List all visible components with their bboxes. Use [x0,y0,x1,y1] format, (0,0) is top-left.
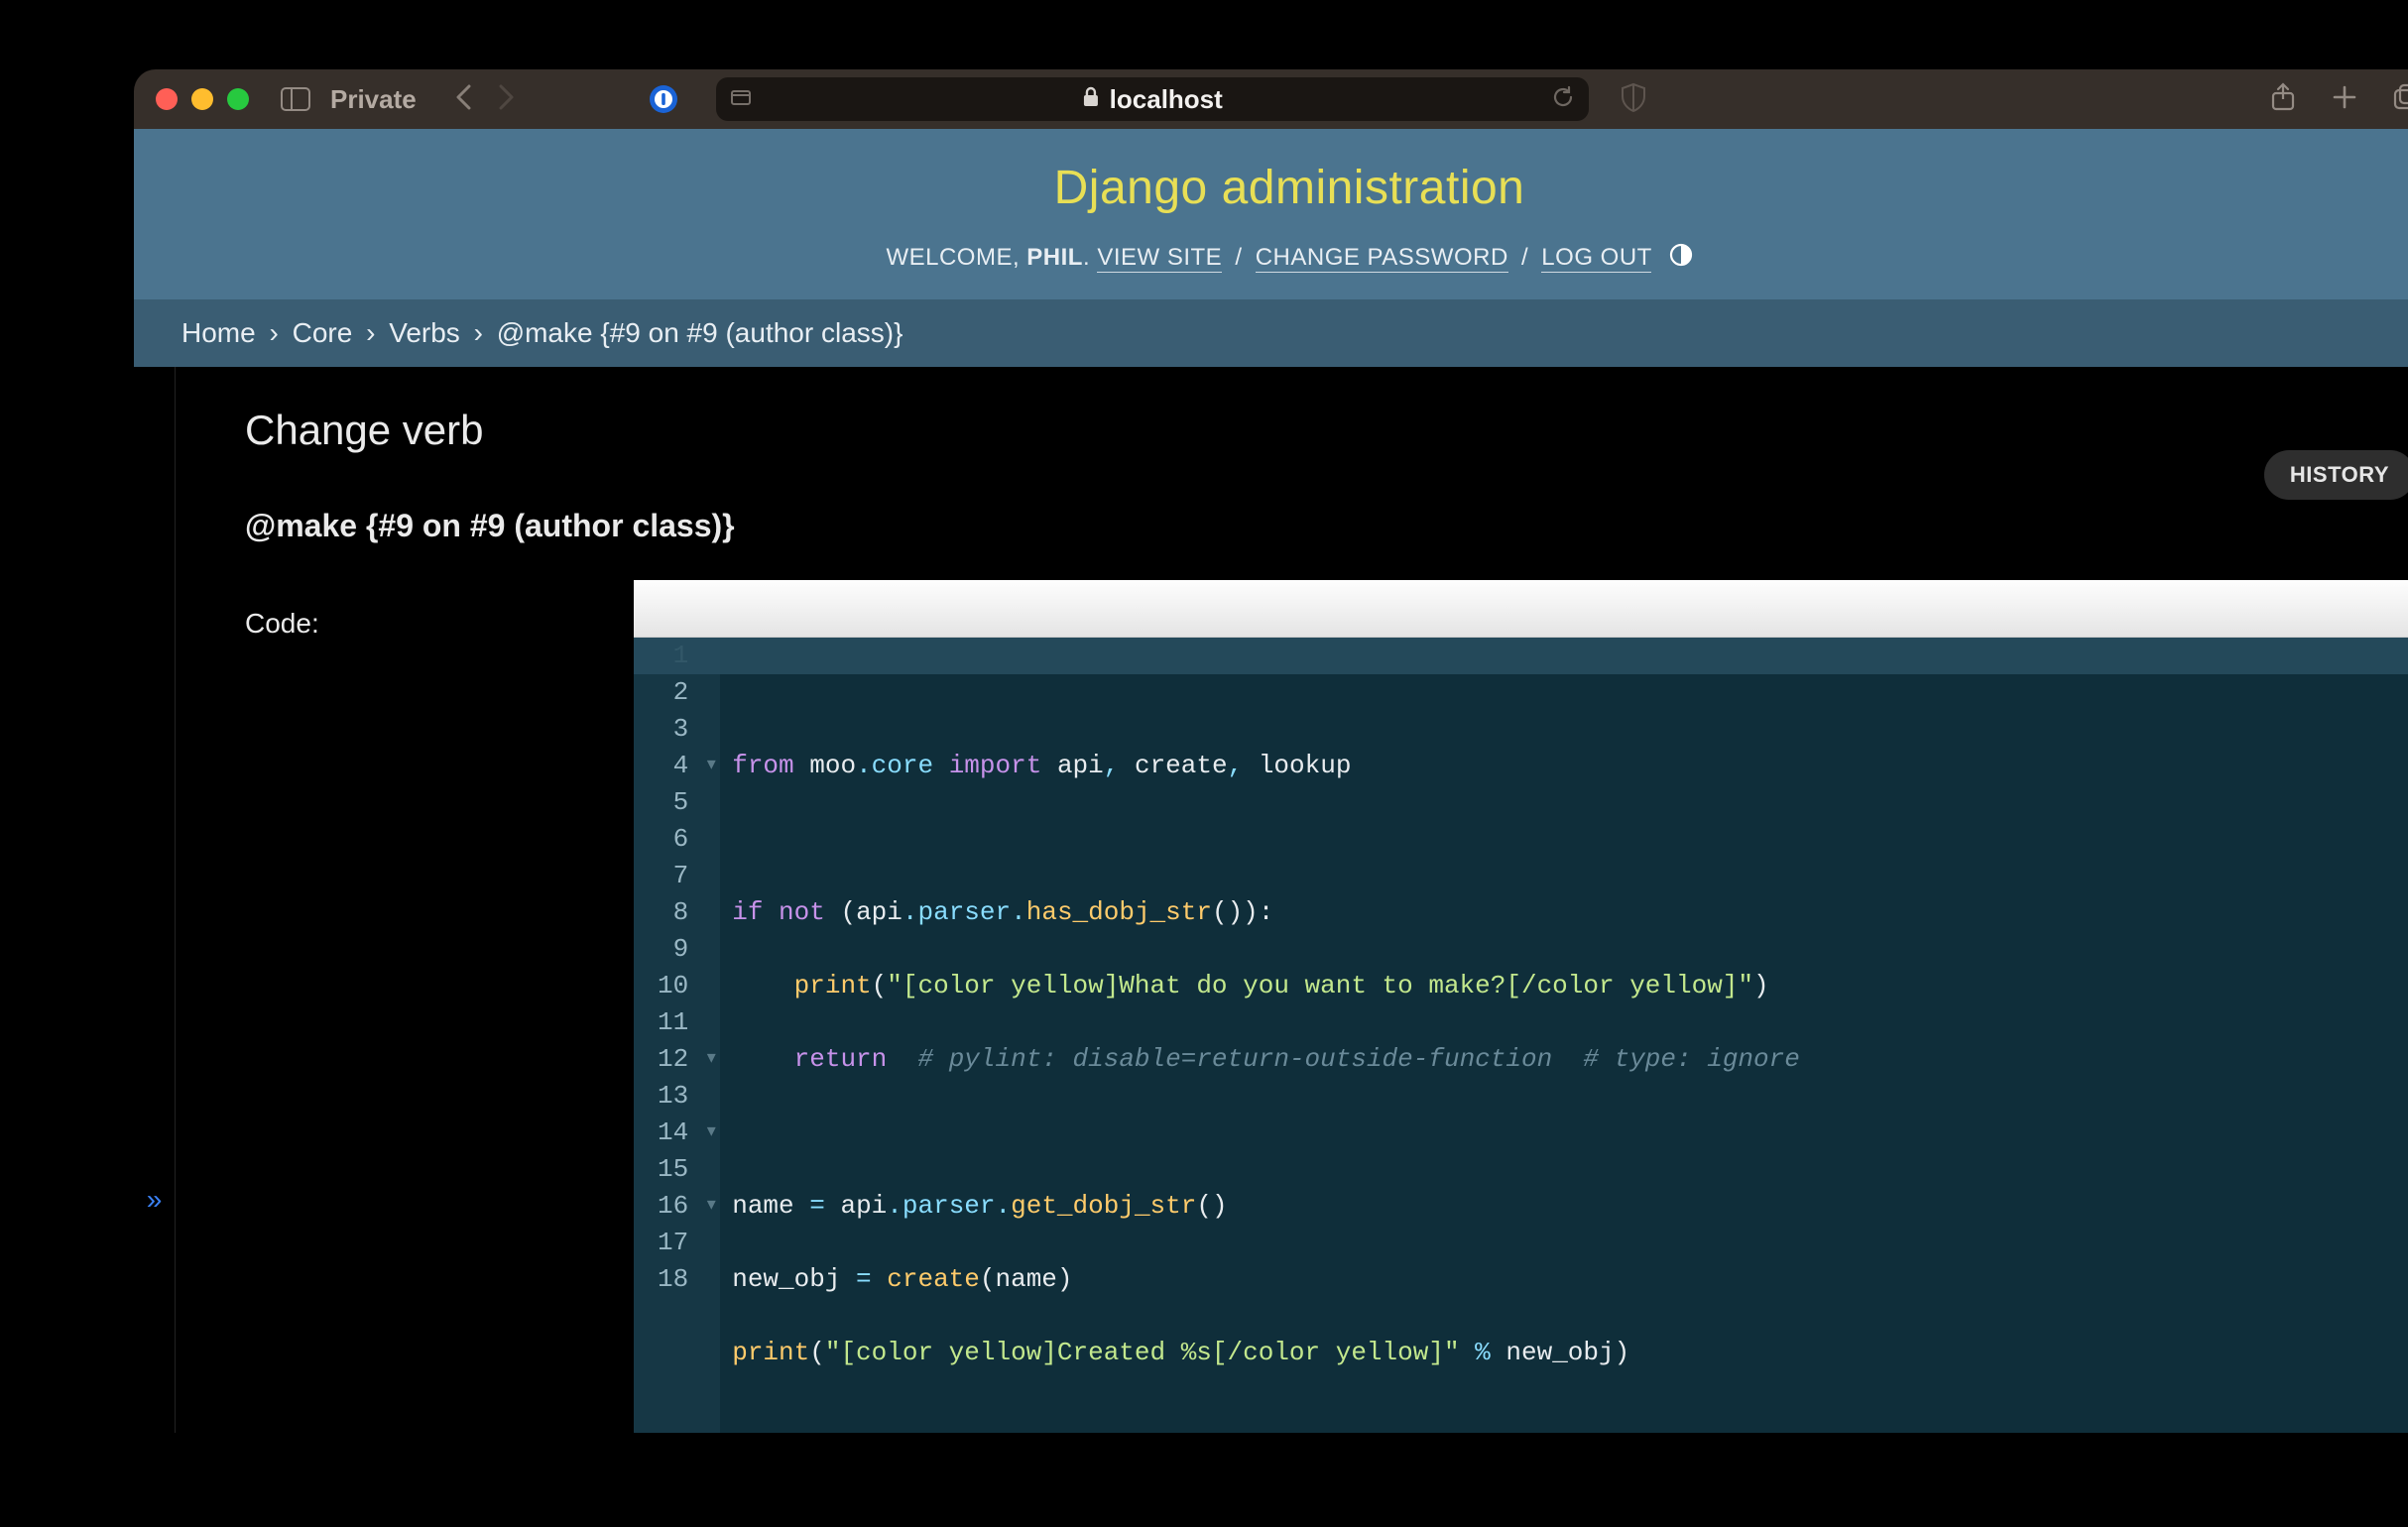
breadcrumb-home[interactable]: Home [181,317,256,348]
history-button[interactable]: HISTORY [2264,450,2408,500]
theme-toggle-button[interactable] [1669,243,1693,274]
code-content[interactable]: from moo.core import api, create, lookup… [720,638,2408,1433]
editor-gutter: 1 2 3 4 5 6 7 8 9 10 [634,638,702,1433]
line-number: 11 [658,1004,688,1041]
code-editor-pane: 1 2 3 4 5 6 7 8 9 10 [634,580,2408,1433]
nav-back-button[interactable] [454,83,474,116]
breadcrumb-separator: › [468,317,489,348]
url-host: localhost [1110,84,1223,115]
private-label: Private [330,84,417,115]
site-title: Django administration [134,161,2408,215]
line-number: 9 [658,931,688,968]
line-number: 3 [658,711,688,748]
object-heading: @make {#9 on #9 (author class)} [245,508,2408,544]
line-number: 2 [658,674,688,711]
change-password-link[interactable]: CHANGE PASSWORD [1256,244,1508,273]
fold-toggle-icon[interactable]: ▾ [702,1115,720,1151]
breadcrumb-separator: › [263,317,284,348]
privacy-shield-icon[interactable] [1621,82,1646,117]
nav-forward-button[interactable] [496,83,516,116]
reload-button[interactable] [1551,85,1575,114]
close-window-button[interactable] [156,88,178,110]
breadcrumbs: Home › Core › Verbs › @make {#9 on #9 (a… [134,299,2408,367]
welcome-period: . [1083,244,1097,271]
tab-overview-button[interactable] [2393,83,2408,116]
line-number: 7 [658,858,688,894]
browser-toolbar: Private localhost [134,69,2408,129]
minimize-window-button[interactable] [191,88,213,110]
code-label: Code: [245,580,634,1433]
separator: / [1229,244,1248,271]
current-line-highlight [634,638,2408,674]
line-number: 18 [658,1261,688,1298]
line-number: 13 [658,1078,688,1115]
new-tab-button[interactable] [2332,84,2357,115]
breadcrumb-object: @make {#9 on #9 (author class)} [497,317,903,348]
line-number: 15 [658,1151,688,1188]
fold-toggle-icon[interactable]: ▾ [702,748,720,784]
breadcrumb-separator: › [360,317,381,348]
page-heading: Change verb [245,407,2408,454]
code-editor[interactable]: 1 2 3 4 5 6 7 8 9 10 [634,638,2408,1433]
expand-sidebar-icon[interactable]: » [147,1184,163,1216]
sidebar-toggle-button[interactable] [281,87,310,111]
site-header: Django administration [134,129,2408,233]
line-number: 17 [658,1225,688,1261]
separator: / [1515,244,1534,271]
line-number: 8 [658,894,688,931]
onepassword-extension-icon[interactable] [649,84,678,114]
site-settings-icon[interactable] [730,86,752,113]
window-controls [156,88,249,110]
line-number: 16 [658,1188,688,1225]
lock-icon [1082,86,1100,113]
address-bar[interactable]: localhost [716,77,1589,121]
view-site-link[interactable]: VIEW SITE [1097,244,1222,273]
breadcrumb-model[interactable]: Verbs [389,317,460,348]
log-out-link[interactable]: LOG OUT [1541,244,1651,273]
line-number: 14 [658,1115,688,1151]
breadcrumb-app[interactable]: Core [293,317,353,348]
nav-sidebar-collapsed: » [134,367,176,1433]
line-number: 10 [658,968,688,1004]
welcome-label: WELCOME, [886,244,1026,271]
form-row-code: Code: 1 2 3 4 5 [245,580,2408,1433]
line-number: 6 [658,821,688,858]
fold-gutter: ▾ ▾ ▾ ▾ [702,638,720,1433]
share-button[interactable] [2270,82,2296,117]
fullscreen-window-button[interactable] [227,88,249,110]
username: PHIL [1026,244,1083,271]
line-number: 4 [658,748,688,784]
page: Django administration WELCOME, PHIL. VIE… [134,129,2408,1433]
user-tools: WELCOME, PHIL. VIEW SITE / CHANGE PASSWO… [134,233,2408,299]
fold-toggle-icon[interactable]: ▾ [702,1188,720,1225]
editor-toolbar[interactable] [634,580,2408,638]
content: Change verb HISTORY @make {#9 on #9 (aut… [176,367,2408,1433]
fold-toggle-icon[interactable]: ▾ [702,1041,720,1078]
line-number: 12 [658,1041,688,1078]
line-number: 5 [658,784,688,821]
browser-window: Private localhost [134,69,2408,1433]
